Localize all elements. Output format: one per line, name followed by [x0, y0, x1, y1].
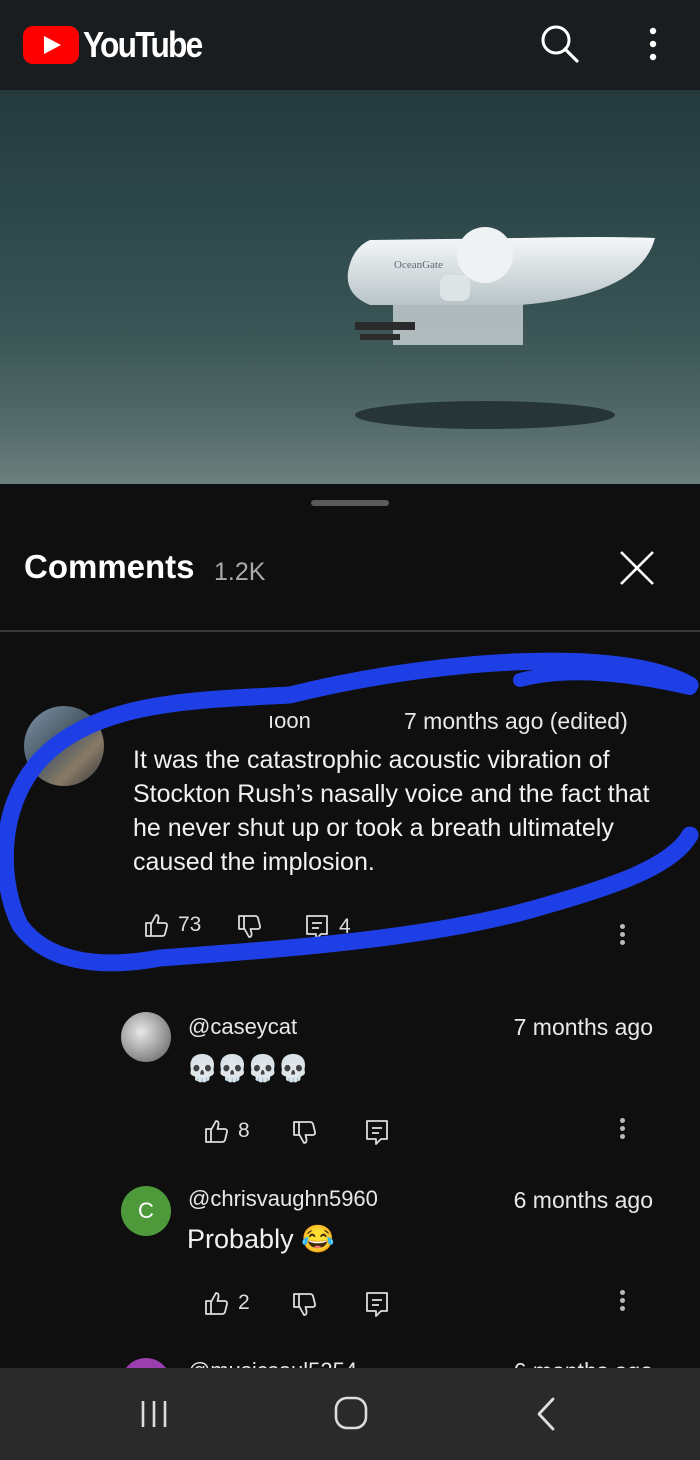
recent-apps-icon[interactable]	[138, 1398, 172, 1430]
thumbs-up-icon	[205, 1292, 228, 1315]
youtube-play-icon	[23, 26, 79, 64]
system-nav-bar	[0, 1368, 700, 1460]
reply-icon	[366, 1292, 388, 1317]
comments-title: Comments	[24, 548, 195, 585]
reply-time: 7 months ago	[513, 1014, 653, 1040]
highlight-annotation	[0, 652, 699, 972]
drag-handle[interactable]	[311, 500, 389, 506]
reply-more-icon[interactable]	[618, 1288, 626, 1318]
app-name: YouTube	[83, 24, 203, 65]
reply-time: 6 months ago	[513, 1187, 653, 1213]
like-count: 2	[238, 1291, 250, 1314]
like-button[interactable]: 2	[203, 1288, 250, 1318]
thumbs-down-icon	[293, 1293, 316, 1316]
video-player[interactable]: OceanGate	[0, 90, 700, 484]
dislike-button[interactable]	[291, 1118, 317, 1148]
like-button[interactable]: 8	[203, 1116, 250, 1146]
avatar[interactable]	[121, 1012, 171, 1062]
reply-text: 💀💀💀💀	[186, 1053, 309, 1083]
like-count: 8	[238, 1119, 250, 1142]
thumbs-down-icon	[293, 1121, 316, 1144]
reply-time: 6 months ago	[514, 1358, 653, 1368]
video-hull-text: OceanGate	[394, 259, 443, 271]
home-icon[interactable]	[333, 1395, 369, 1431]
youtube-logo[interactable]: YouTube	[23, 24, 218, 66]
search-icon[interactable]	[538, 22, 582, 66]
reply-button[interactable]	[365, 1289, 389, 1319]
avatar[interactable]: C	[121, 1186, 171, 1236]
clipped-reply: @musicsoul5254 6 months ago	[0, 1352, 700, 1368]
header-divider	[0, 630, 700, 632]
reply-button[interactable]	[365, 1117, 389, 1147]
reply-author[interactable]: @musicsoul5254	[188, 1358, 357, 1368]
reply-more-icon[interactable]	[618, 1116, 626, 1146]
reply-text: Probably 😂	[187, 1224, 335, 1254]
video-frame-submersible: OceanGate	[0, 227, 700, 484]
thumbs-up-icon	[205, 1120, 228, 1143]
back-icon[interactable]	[533, 1396, 559, 1432]
avatar[interactable]	[121, 1358, 171, 1368]
app-bar: YouTube	[0, 0, 700, 90]
dislike-button[interactable]	[291, 1290, 317, 1320]
reply-author[interactable]: @chrisvaughn5960	[188, 1186, 378, 1212]
reply-author[interactable]: @caseycat	[188, 1014, 297, 1040]
reply-icon	[366, 1120, 388, 1145]
close-icon[interactable]	[617, 548, 657, 588]
comments-count: 1.2K	[214, 558, 266, 586]
more-vert-icon[interactable]	[631, 22, 675, 66]
